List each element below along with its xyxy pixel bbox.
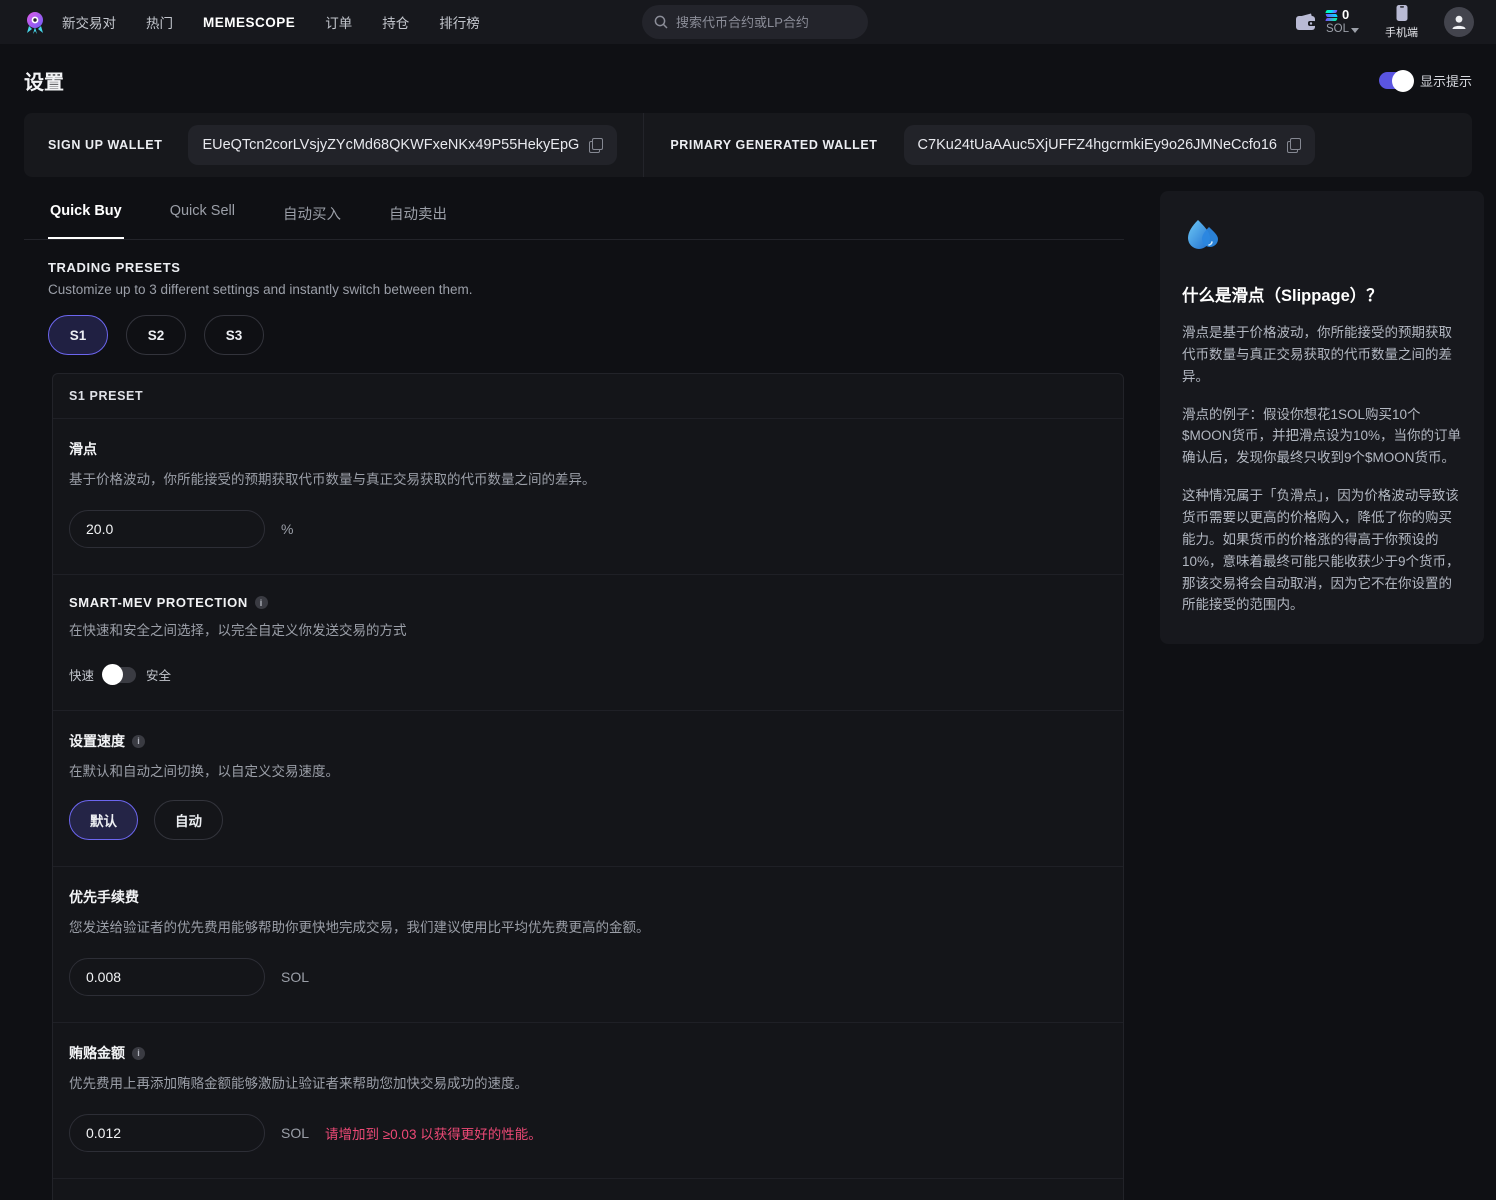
priority-fee-desc: 您发送给验证者的优先费用能够帮助你更快地完成交易，我们建议使用比平均优先费更高的… bbox=[69, 916, 1107, 936]
search-icon bbox=[654, 15, 668, 29]
preset-s1-button[interactable]: S1 bbox=[48, 315, 108, 355]
info-icon[interactable]: i bbox=[255, 596, 268, 609]
copy-icon[interactable] bbox=[589, 138, 603, 153]
mev-fast-label: 快速 bbox=[69, 665, 94, 684]
copy-icon[interactable] bbox=[1287, 138, 1301, 153]
nav-item-leaderboard[interactable]: 排行榜 bbox=[439, 12, 480, 32]
help-paragraph-2: 滑点的例子：假设你想花1SOL购买10个$MOON货币，并把滑点设为10%，当你… bbox=[1182, 404, 1462, 470]
mev-toggle[interactable] bbox=[104, 667, 136, 683]
primary-wallet-address: C7Ku24tUaAAuc5XjUFFZ4hgcrmkiEy9o26JMNeCc… bbox=[904, 125, 1315, 165]
wallet-icon bbox=[1294, 11, 1318, 33]
slippage-unit: % bbox=[281, 521, 293, 537]
slippage-label: 滑点 bbox=[69, 439, 1107, 459]
chevron-down-icon bbox=[1351, 28, 1359, 33]
trading-presets-heading: TRADING PRESETS bbox=[48, 260, 1124, 275]
bribe-desc: 优先费用上再添加贿赂金额能够激励让验证者来帮助您加快交易成功的速度。 bbox=[69, 1072, 1107, 1092]
nav-item-holdings[interactable]: 持仓 bbox=[382, 12, 409, 32]
search-input[interactable] bbox=[676, 15, 856, 30]
top-navigation: 新交易对 热门 MEMESCOPE 订单 持仓 排行榜 0 bbox=[0, 0, 1496, 44]
water-drop-icon bbox=[1182, 215, 1222, 255]
show-hints-toggle[interactable] bbox=[1379, 72, 1411, 89]
phone-icon bbox=[1394, 4, 1410, 22]
slippage-help-panel: 什么是滑点（Slippage）？ 滑点是基于价格波动，你所能接受的预期获取代币数… bbox=[1160, 191, 1484, 644]
primary-wallet-label: PRIMARY GENERATED WALLET bbox=[670, 138, 877, 152]
wallet-balance[interactable]: 0 SOL bbox=[1294, 8, 1359, 36]
signup-wallet-label: SIGN UP WALLET bbox=[48, 138, 162, 152]
nav-menu: 新交易对 热门 MEMESCOPE 订单 持仓 排行榜 bbox=[62, 12, 480, 32]
speed-desc: 在默认和自动之间切换，以自定义交易速度。 bbox=[69, 760, 1107, 780]
help-paragraph-1: 滑点是基于价格波动，你所能接受的预期获取代币数量与真正交易获取的代币数量之间的差… bbox=[1182, 322, 1462, 388]
show-hints-label: 显示提示 bbox=[1420, 71, 1472, 90]
trading-presets-subheading: Customize up to 3 different settings and… bbox=[48, 282, 1124, 297]
tab-quick-sell[interactable]: Quick Sell bbox=[168, 191, 237, 239]
help-title: 什么是滑点（Slippage）？ bbox=[1182, 282, 1462, 306]
solana-icon bbox=[1326, 10, 1337, 21]
mobile-app-link[interactable]: 手机端 bbox=[1385, 4, 1418, 40]
user-avatar[interactable] bbox=[1444, 7, 1474, 37]
tab-quick-buy[interactable]: Quick Buy bbox=[48, 191, 124, 239]
bribe-section: 贿赂金额 i 优先费用上再添加贿赂金额能够激励让验证者来帮助您加快交易成功的速度… bbox=[53, 1022, 1123, 1178]
settings-tabs: Quick Buy Quick Sell 自动买入 自动卖出 bbox=[24, 191, 1124, 240]
tab-auto-sell[interactable]: 自动卖出 bbox=[387, 191, 449, 239]
mev-secure-label: 安全 bbox=[146, 665, 171, 684]
nav-item-memescope[interactable]: MEMESCOPE bbox=[203, 15, 295, 30]
priority-fee-label: 优先手续费 bbox=[69, 887, 1107, 907]
nav-item-orders[interactable]: 订单 bbox=[325, 12, 352, 32]
bribe-label: 贿赂金额 bbox=[69, 1043, 125, 1063]
preset-panel: S1 PRESET 滑点 基于价格波动，你所能接受的预期获取代币数量与真正交易获… bbox=[52, 373, 1124, 1200]
bribe-warning: 请增加到 ≥0.03 以获得更好的性能。 bbox=[325, 1123, 542, 1143]
tab-auto-buy[interactable]: 自动买入 bbox=[281, 191, 343, 239]
page-title: 设置 bbox=[24, 66, 64, 95]
info-icon[interactable]: i bbox=[132, 735, 145, 748]
search-box[interactable] bbox=[642, 5, 868, 39]
mev-section: SMART-MEV PROTECTION i 在快速和安全之间选择，以完全自定义… bbox=[53, 574, 1123, 710]
bribe-input[interactable] bbox=[69, 1114, 265, 1152]
mev-label: SMART-MEV PROTECTION bbox=[69, 595, 248, 610]
priority-fee-input[interactable] bbox=[69, 958, 265, 996]
preset-s3-button[interactable]: S3 bbox=[204, 315, 264, 355]
help-paragraph-3: 这种情况属于「负滑点」，因为价格波动导致该货币需要以更高的价格购入，降低了你的购… bbox=[1182, 485, 1462, 616]
nav-item-trending[interactable]: 热门 bbox=[146, 12, 173, 32]
sol-balance-unit: SOL bbox=[1326, 23, 1349, 36]
slippage-desc: 基于价格波动，你所能接受的预期获取代币数量与真正交易获取的代币数量之间的差异。 bbox=[69, 468, 1107, 488]
user-icon bbox=[1450, 13, 1468, 31]
custom-amounts-section: 自定义 使用你自定义的预设金额来定制「Quick Buy」按钮。 0.25 0.… bbox=[53, 1178, 1123, 1200]
app-logo-icon[interactable] bbox=[22, 9, 48, 35]
preset-panel-title: S1 PRESET bbox=[53, 374, 1123, 418]
primary-wallet-address-text: C7Ku24tUaAAuc5XjUFFZ4hgcrmkiEy9o26JMNeCc… bbox=[918, 137, 1277, 153]
signup-wallet-address-text: EUeQTcn2corLVsjyZYcMd68QKWFxeNKx49P55Hek… bbox=[202, 137, 579, 153]
slippage-section: 滑点 基于价格波动，你所能接受的预期获取代币数量与真正交易获取的代币数量之间的差… bbox=[53, 418, 1123, 574]
info-icon[interactable]: i bbox=[132, 1047, 145, 1060]
preset-s2-button[interactable]: S2 bbox=[126, 315, 186, 355]
speed-auto-button[interactable]: 自动 bbox=[154, 800, 223, 840]
signup-wallet-address: EUeQTcn2corLVsjyZYcMd68QKWFxeNKx49P55Hek… bbox=[188, 125, 617, 165]
priority-fee-section: 优先手续费 您发送给验证者的优先费用能够帮助你更快地完成交易，我们建议使用比平均… bbox=[53, 866, 1123, 1022]
wallet-bar: SIGN UP WALLET EUeQTcn2corLVsjyZYcMd68QK… bbox=[24, 113, 1472, 177]
slippage-input[interactable] bbox=[69, 510, 265, 548]
priority-fee-unit: SOL bbox=[281, 969, 309, 985]
speed-default-button[interactable]: 默认 bbox=[69, 800, 138, 840]
mobile-app-label: 手机端 bbox=[1385, 24, 1418, 40]
nav-item-new-pairs[interactable]: 新交易对 bbox=[62, 12, 116, 32]
bribe-unit: SOL bbox=[281, 1125, 309, 1141]
speed-label: 设置速度 bbox=[69, 731, 125, 751]
mev-desc: 在快速和安全之间选择，以完全自定义你发送交易的方式 bbox=[69, 619, 1107, 639]
sol-balance-value: 0 bbox=[1342, 8, 1349, 23]
speed-section: 设置速度 i 在默认和自动之间切换，以自定义交易速度。 默认 自动 bbox=[53, 710, 1123, 866]
divider bbox=[643, 113, 644, 177]
